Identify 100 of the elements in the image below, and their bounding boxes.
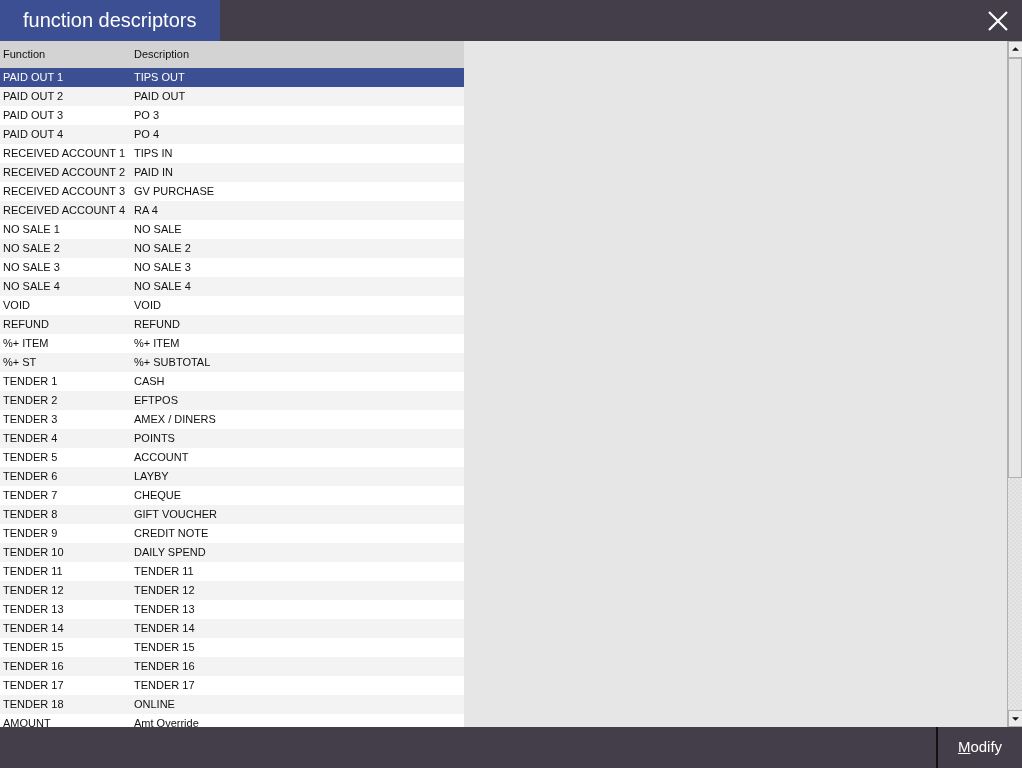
- function-cell-text: NO SALE 2: [2, 241, 61, 256]
- window-title: function descriptors: [0, 0, 220, 41]
- table-row[interactable]: TENDER 12 TENDER 12: [0, 581, 464, 600]
- description-cell-text: POINTS: [133, 431, 175, 446]
- function-cell-text: TENDER 8: [2, 507, 59, 522]
- description-cell-text: PAID IN: [133, 165, 173, 180]
- function-cell-text: TENDER 10: [2, 545, 65, 560]
- table-row[interactable]: TENDER 8 GIFT VOUCHER: [0, 505, 464, 524]
- table-row[interactable]: PAID OUT 2 PAID OUT: [0, 87, 464, 106]
- function-cell-text: TENDER 16: [2, 659, 65, 674]
- description-cell-text: TENDER 13: [133, 602, 195, 617]
- description-cell-text: %+ ITEM: [133, 336, 180, 351]
- function-cell-text: PAID OUT 4: [2, 127, 65, 142]
- table-row[interactable]: TENDER 1 CASH: [0, 372, 464, 391]
- function-cell-text: NO SALE 3: [2, 260, 61, 275]
- table-row[interactable]: %+ ITEM %+ ITEM: [0, 334, 464, 353]
- function-cell-text: PAID OUT 1: [2, 70, 65, 85]
- table-row[interactable]: TENDER 13 TENDER 13: [0, 600, 464, 619]
- table-row[interactable]: TENDER 2 EFTPOS: [0, 391, 464, 410]
- table-row[interactable]: PAID OUT 4 PO 4: [0, 125, 464, 144]
- function-cell-text: %+ ITEM: [2, 336, 50, 351]
- function-cell-text: TENDER 1: [2, 374, 59, 389]
- function-cell-text: VOID: [2, 298, 31, 313]
- table-row[interactable]: TENDER 5 ACCOUNT: [0, 448, 464, 467]
- description-cell-text: EFTPOS: [133, 393, 178, 408]
- function-cell-text: REFUND: [2, 317, 50, 332]
- description-cell-text: Amt Override: [133, 716, 199, 727]
- description-cell-text: ONLINE: [133, 697, 175, 712]
- table-row[interactable]: TENDER 3 AMEX / DINERS: [0, 410, 464, 429]
- table-row[interactable]: %+ ST %+ SUBTOTAL: [0, 353, 464, 372]
- description-cell-text: NO SALE 4: [133, 279, 191, 294]
- description-cell-text: REFUND: [133, 317, 180, 332]
- function-cell-text: PAID OUT 2: [2, 89, 65, 104]
- table-row[interactable]: TENDER 18 ONLINE: [0, 695, 464, 714]
- description-cell-text: TIPS OUT: [133, 70, 185, 85]
- description-cell-text: LAYBY: [133, 469, 169, 484]
- table-row[interactable]: TENDER 11 TENDER 11: [0, 562, 464, 581]
- table-row[interactable]: TENDER 9 CREDIT NOTE: [0, 524, 464, 543]
- description-cell-text: TENDER 16: [133, 659, 195, 674]
- table-row[interactable]: AMOUNT Amt Override: [0, 714, 464, 727]
- table-row[interactable]: TENDER 4 POINTS: [0, 429, 464, 448]
- column-header[interactable]: Function: [0, 41, 132, 68]
- table-row[interactable]: PAID OUT 1 TIPS OUT: [0, 68, 464, 87]
- function-cell-text: TENDER 18: [2, 697, 65, 712]
- scroll-thumb[interactable]: [1008, 58, 1022, 478]
- function-cell-text: TENDER 15: [2, 640, 65, 655]
- function-cell-text: AMOUNT: [2, 716, 52, 727]
- description-cell-text: GIFT VOUCHER: [133, 507, 217, 522]
- table-row[interactable]: TENDER 7 CHEQUE: [0, 486, 464, 505]
- function-cell-text: TENDER 6: [2, 469, 59, 484]
- function-cell-text: RECEIVED ACCOUNT 4: [2, 203, 127, 218]
- function-cell-text: TENDER 12: [2, 583, 65, 598]
- table-row[interactable]: NO SALE 2 NO SALE 2: [0, 239, 464, 258]
- description-cell-text: CHEQUE: [133, 488, 182, 503]
- function-cell-text: RECEIVED ACCOUNT 1: [2, 146, 127, 161]
- table-row[interactable]: RECEIVED ACCOUNT 1 TIPS IN: [0, 144, 464, 163]
- description-cell-text: NO SALE 3: [133, 260, 191, 275]
- description-cell-text: %+ SUBTOTAL: [133, 355, 211, 370]
- description-cell-text: VOID: [133, 298, 161, 313]
- scroll-down-icon[interactable]: [1008, 710, 1022, 727]
- function-cell-text: TENDER 2: [2, 393, 59, 408]
- description-cell-text: GV PURCHASE: [133, 184, 215, 199]
- table-row[interactable]: TENDER 14 TENDER 14: [0, 619, 464, 638]
- description-cell-text: PAID OUT: [133, 89, 186, 104]
- description-cell-text: PO 4: [133, 127, 160, 142]
- function-cell-text: NO SALE 1: [2, 222, 61, 237]
- table-row[interactable]: TENDER 15 TENDER 15: [0, 638, 464, 657]
- table-row[interactable]: REFUND REFUND: [0, 315, 464, 334]
- description-cell-text: TENDER 15: [133, 640, 195, 655]
- function-cell-text: TENDER 13: [2, 602, 65, 617]
- table-row[interactable]: NO SALE 4 NO SALE 4: [0, 277, 464, 296]
- description-cell-text: CREDIT NOTE: [133, 526, 209, 541]
- table-row[interactable]: RECEIVED ACCOUNT 2 PAID IN: [0, 163, 464, 182]
- modify-button[interactable]: Modify: [936, 727, 1022, 768]
- function-cell-text: TENDER 5: [2, 450, 59, 465]
- function-cell-text: RECEIVED ACCOUNT 3: [2, 184, 127, 199]
- table-row[interactable]: TENDER 10 DAILY SPEND: [0, 543, 464, 562]
- description-cell-text: TENDER 14: [133, 621, 195, 636]
- description-cell-text: NO SALE: [133, 222, 182, 237]
- table-row[interactable]: PAID OUT 3 PO 3: [0, 106, 464, 125]
- table-row[interactable]: NO SALE 1 NO SALE: [0, 220, 464, 239]
- table-row[interactable]: RECEIVED ACCOUNT 3 GV PURCHASE: [0, 182, 464, 201]
- function-cell-text: PAID OUT 3: [2, 108, 65, 123]
- close-icon[interactable]: [987, 10, 1009, 32]
- column-header[interactable]: Description: [132, 41, 190, 68]
- table-row[interactable]: NO SALE 3 NO SALE 3: [0, 258, 464, 277]
- function-cell-text: TENDER 4: [2, 431, 59, 446]
- table-row[interactable]: TENDER 16 TENDER 16: [0, 657, 464, 676]
- scrollbar[interactable]: [1007, 41, 1022, 727]
- function-cell-text: TENDER 7: [2, 488, 59, 503]
- description-cell-text: AMEX / DINERS: [133, 412, 216, 427]
- scroll-up-icon[interactable]: [1008, 41, 1022, 58]
- description-cell-text: RA 4: [133, 203, 158, 218]
- function-cell-text: TENDER 14: [2, 621, 65, 636]
- table-row[interactable]: RECEIVED ACCOUNT 4 RA 4: [0, 201, 464, 220]
- function-cell-text: NO SALE 4: [2, 279, 61, 294]
- table-row[interactable]: TENDER 17 TENDER 17: [0, 676, 464, 695]
- table-row[interactable]: TENDER 6 LAYBY: [0, 467, 464, 486]
- table-row[interactable]: VOID VOID: [0, 296, 464, 315]
- function-cell-text: TENDER 3: [2, 412, 59, 427]
